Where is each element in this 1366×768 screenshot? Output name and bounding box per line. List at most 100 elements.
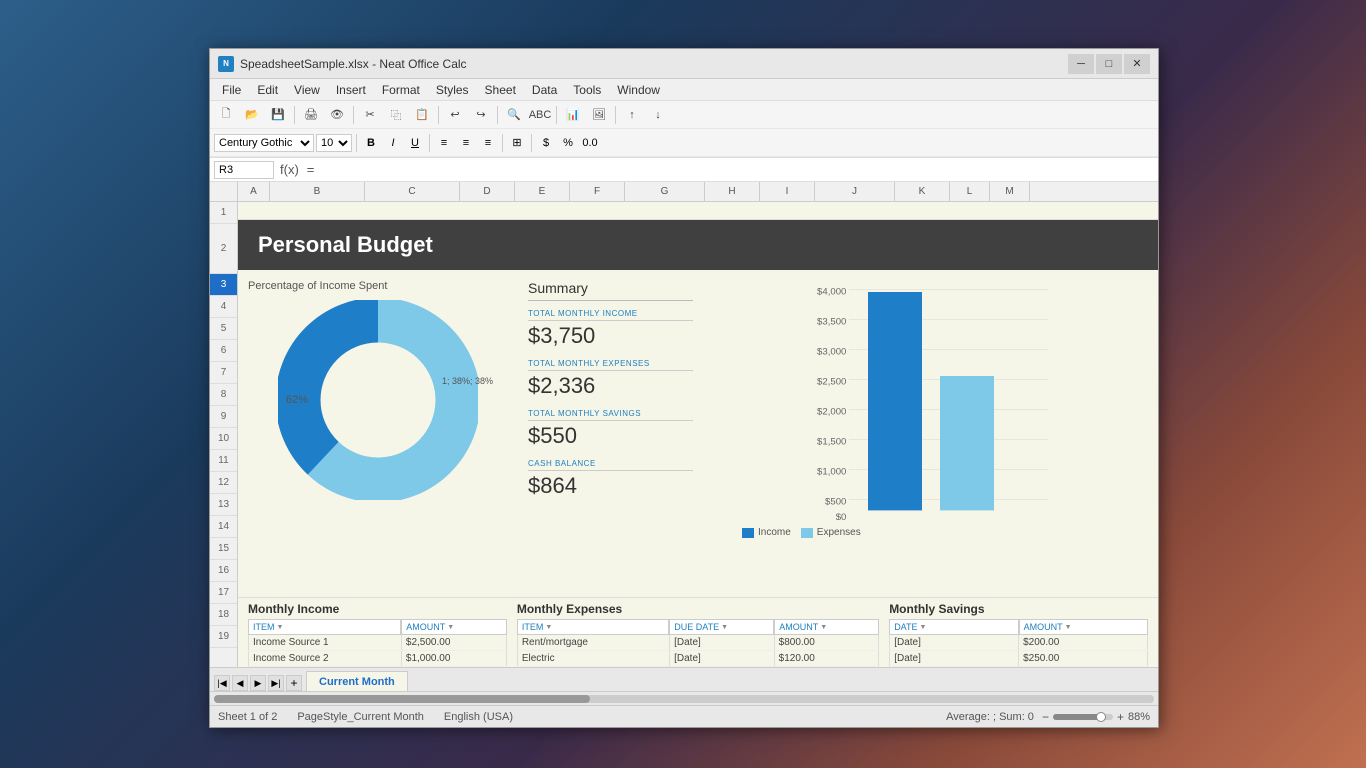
- expense-item-dropdown-icon[interactable]: ▼: [545, 624, 552, 631]
- function-wizard-button[interactable]: f(x): [278, 162, 301, 177]
- maximize-button[interactable]: □: [1096, 54, 1122, 74]
- grid-area[interactable]: Personal Budget Percentage of Income Spe…: [238, 202, 1158, 667]
- zoom-slider[interactable]: [1053, 714, 1113, 720]
- cell-reference-input[interactable]: [214, 161, 274, 179]
- underline-button[interactable]: U: [405, 134, 425, 152]
- row-num-6[interactable]: 6: [210, 340, 237, 362]
- row-num-18[interactable]: 18: [210, 604, 237, 626]
- align-left-button[interactable]: ≡: [434, 134, 454, 152]
- merge-cells-button[interactable]: ⊞: [507, 134, 527, 152]
- zoom-in-icon[interactable]: +: [1117, 710, 1124, 724]
- formula-input[interactable]: [320, 161, 1154, 179]
- percent-button[interactable]: %: [558, 134, 578, 152]
- row-num-19[interactable]: 19: [210, 626, 237, 648]
- col-header-d[interactable]: D: [460, 182, 515, 201]
- sort-desc-button[interactable]: ↓: [646, 104, 670, 126]
- zoom-out-icon[interactable]: −: [1042, 710, 1049, 724]
- col-header-g[interactable]: G: [625, 182, 705, 201]
- row-num-13[interactable]: 13: [210, 494, 237, 516]
- italic-button[interactable]: I: [383, 134, 403, 152]
- expense-amount-dropdown-icon[interactable]: ▼: [820, 624, 827, 631]
- savings-amount-dropdown-icon[interactable]: ▼: [1065, 624, 1072, 631]
- undo-button[interactable]: ↩: [443, 104, 467, 126]
- h-scrollbar-track[interactable]: [214, 695, 1154, 703]
- align-center-button[interactable]: ≡: [456, 134, 476, 152]
- spellcheck-button[interactable]: ABC: [528, 104, 552, 126]
- col-header-k[interactable]: K: [895, 182, 950, 201]
- expense-header-item[interactable]: ITEM ▼: [517, 619, 669, 635]
- row-num-4[interactable]: 4: [210, 296, 237, 318]
- print-button[interactable]: 🖨: [299, 104, 323, 126]
- row-num-1[interactable]: 1: [210, 202, 237, 224]
- add-sheet-button[interactable]: +: [286, 675, 302, 691]
- minimize-button[interactable]: ─: [1068, 54, 1094, 74]
- expense-header-duedate[interactable]: DUE DATE ▼: [669, 619, 774, 635]
- menu-format[interactable]: Format: [374, 81, 428, 99]
- copy-button[interactable]: ⿻: [384, 104, 408, 126]
- currency-button[interactable]: $: [536, 134, 556, 152]
- h-scrollbar-thumb[interactable]: [214, 695, 590, 703]
- col-header-j[interactable]: J: [815, 182, 895, 201]
- bold-button[interactable]: B: [361, 134, 381, 152]
- row-num-17[interactable]: 17: [210, 582, 237, 604]
- row-num-11[interactable]: 11: [210, 450, 237, 472]
- menu-insert[interactable]: Insert: [328, 81, 374, 99]
- menu-file[interactable]: File: [214, 81, 249, 99]
- row-num-10[interactable]: 10: [210, 428, 237, 450]
- tab-scroll-next[interactable]: ▶: [250, 675, 266, 691]
- savings-date-dropdown-icon[interactable]: ▼: [920, 624, 927, 631]
- income-item-dropdown-icon[interactable]: ▼: [277, 624, 284, 631]
- menu-sheet[interactable]: Sheet: [477, 81, 524, 99]
- close-button[interactable]: ✕: [1124, 54, 1150, 74]
- expense-duedate-dropdown-icon[interactable]: ▼: [721, 624, 728, 631]
- cut-button[interactable]: ✂: [358, 104, 382, 126]
- font-selector[interactable]: Century Gothic: [214, 134, 314, 152]
- row-num-14[interactable]: 14: [210, 516, 237, 538]
- row-num-9[interactable]: 9: [210, 406, 237, 428]
- row-num-16[interactable]: 16: [210, 560, 237, 582]
- tab-scroll-prev[interactable]: ◀: [232, 675, 248, 691]
- col-header-f[interactable]: F: [570, 182, 625, 201]
- row-num-3[interactable]: 3: [210, 274, 237, 296]
- savings-header-amount[interactable]: AMOUNT ▼: [1019, 619, 1148, 635]
- row-num-15[interactable]: 15: [210, 538, 237, 560]
- number-format-button[interactable]: 0.0: [580, 134, 600, 152]
- col-header-b[interactable]: B: [270, 182, 365, 201]
- insert-chart-button[interactable]: 📊: [561, 104, 585, 126]
- sheet-tab-current-month[interactable]: Current Month: [306, 671, 408, 691]
- align-right-button[interactable]: ≡: [478, 134, 498, 152]
- find-button[interactable]: 🔍: [502, 104, 526, 126]
- menu-tools[interactable]: Tools: [565, 81, 609, 99]
- zoom-slider-thumb[interactable]: [1096, 712, 1106, 722]
- col-header-e[interactable]: E: [515, 182, 570, 201]
- menu-data[interactable]: Data: [524, 81, 565, 99]
- tab-scroll-end[interactable]: ▶|: [268, 675, 284, 691]
- save-button[interactable]: 💾: [266, 104, 290, 126]
- sort-asc-button[interactable]: ↑: [620, 104, 644, 126]
- col-header-l[interactable]: L: [950, 182, 990, 201]
- col-header-c[interactable]: C: [365, 182, 460, 201]
- row-num-12[interactable]: 12: [210, 472, 237, 494]
- row-num-7[interactable]: 7: [210, 362, 237, 384]
- menu-edit[interactable]: Edit: [249, 81, 286, 99]
- font-size-selector[interactable]: 10: [316, 134, 352, 152]
- preview-button[interactable]: 👁: [325, 104, 349, 126]
- paste-button[interactable]: 📋: [410, 104, 434, 126]
- expense-header-amount[interactable]: AMOUNT ▼: [774, 619, 879, 635]
- redo-button[interactable]: ↪: [469, 104, 493, 126]
- income-header-item[interactable]: ITEM ▼: [248, 619, 401, 635]
- savings-header-date[interactable]: DATE ▼: [889, 619, 1018, 635]
- col-header-a[interactable]: A: [238, 182, 270, 201]
- row-num-2[interactable]: 2: [210, 224, 237, 274]
- col-header-i[interactable]: I: [760, 182, 815, 201]
- menu-view[interactable]: View: [286, 81, 328, 99]
- open-button[interactable]: 📂: [240, 104, 264, 126]
- row-num-8[interactable]: 8: [210, 384, 237, 406]
- tab-scroll-start[interactable]: |◀: [214, 675, 230, 691]
- row-num-5[interactable]: 5: [210, 318, 237, 340]
- insert-image-button[interactable]: 🖼: [587, 104, 611, 126]
- new-button[interactable]: 🗋: [214, 104, 238, 126]
- horizontal-scrollbar[interactable]: [210, 691, 1158, 705]
- income-amount-dropdown-icon[interactable]: ▼: [447, 624, 454, 631]
- col-header-m[interactable]: M: [990, 182, 1030, 201]
